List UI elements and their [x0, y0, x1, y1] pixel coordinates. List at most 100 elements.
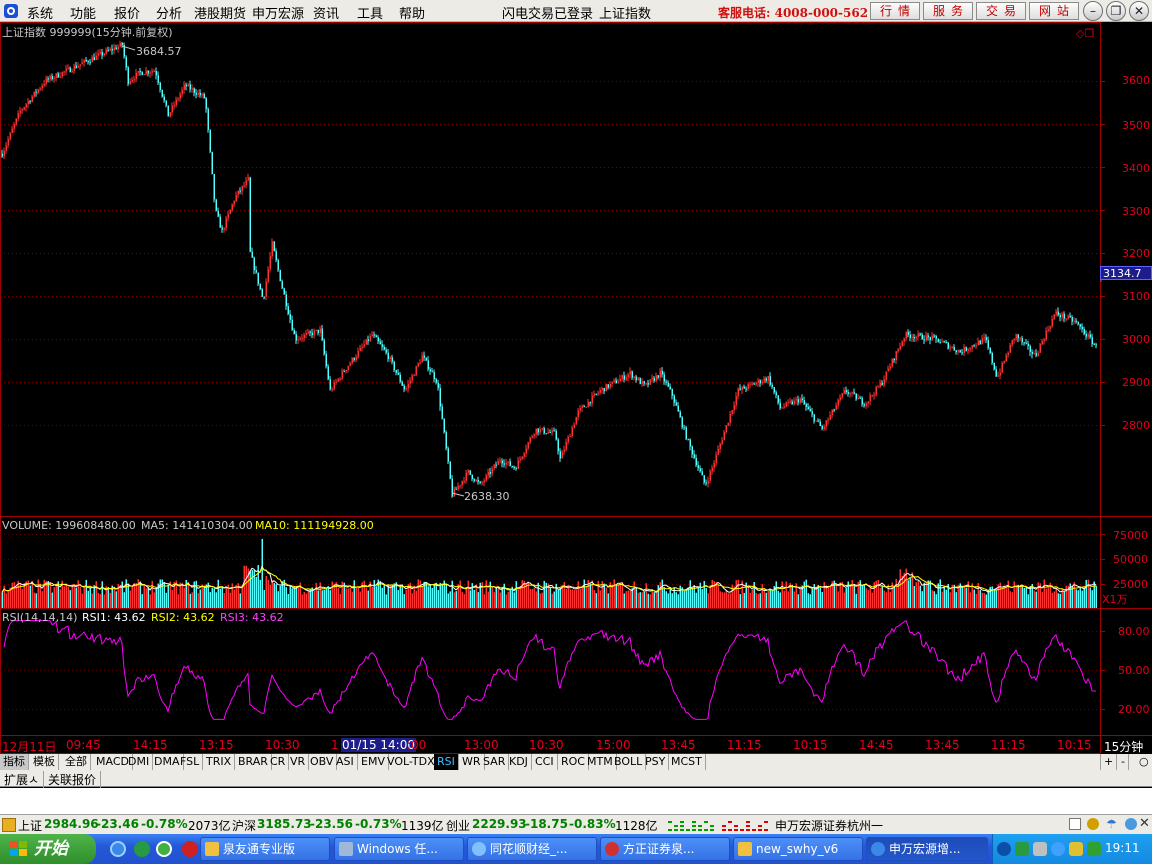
task-swhy-active[interactable]: 申万宏源增... — [866, 837, 988, 861]
menu-tools[interactable]: 工具 — [357, 3, 383, 22]
candle-body — [77, 65, 79, 68]
reset-button[interactable]: ○ — [1136, 754, 1152, 770]
tab-psy[interactable]: PSY — [642, 754, 670, 770]
volume-bar — [607, 593, 609, 608]
tab-dmi[interactable]: DMI — [125, 754, 154, 770]
website-button[interactable]: 网站 — [1029, 2, 1079, 20]
ie-icon[interactable] — [110, 841, 126, 857]
zoom-in-button[interactable]: + — [1100, 754, 1118, 770]
candle-body — [833, 409, 835, 411]
volume-bar — [1089, 587, 1091, 608]
tab-template[interactable]: 模板 — [30, 754, 59, 770]
volume-bar — [737, 579, 739, 608]
volume-bar — [499, 592, 501, 608]
window-icon[interactable] — [1069, 818, 1081, 830]
lock-icon[interactable] — [1087, 818, 1099, 830]
task-tonghuashun[interactable]: 同花顺财经_... — [467, 837, 597, 861]
tray-volume-icon[interactable] — [1069, 842, 1083, 856]
menu-info[interactable]: 资讯 — [313, 3, 339, 22]
candle-body — [149, 72, 151, 74]
tab-sar[interactable]: SAR — [480, 754, 510, 770]
tab-kdj[interactable]: KDJ — [506, 754, 532, 770]
volume-bar — [277, 591, 279, 608]
tab-cr[interactable]: CR — [267, 754, 290, 770]
menu-help[interactable]: 帮助 — [399, 3, 425, 22]
price-axis-label: 3000 — [1122, 333, 1150, 346]
volume-bar — [367, 590, 369, 608]
volume-bar — [305, 593, 307, 608]
tab-vol-tdx[interactable]: VOL-TDX — [384, 754, 439, 770]
task-new-swhy[interactable]: new_swhy_v6 — [733, 837, 863, 861]
zoom-out-button[interactable]: - — [1118, 754, 1129, 770]
candle-body — [713, 463, 715, 468]
tray-network-icon[interactable] — [1051, 842, 1065, 856]
breadth-up-cell — [746, 829, 750, 831]
market-button[interactable]: 行情 — [870, 2, 920, 20]
tab-extend[interactable]: 扩展ㅅ — [0, 771, 45, 788]
tab-asi[interactable]: ASI — [333, 754, 358, 770]
network-icon[interactable] — [1125, 818, 1137, 830]
volume-bar — [531, 589, 533, 608]
candle-body — [591, 395, 593, 404]
close-icon[interactable]: ✕ — [1129, 1, 1149, 21]
tray-app-icon[interactable] — [1015, 842, 1029, 856]
tab-mcst[interactable]: MCST — [668, 754, 706, 770]
volume-bar — [93, 585, 95, 608]
app-quicklaunch-icon[interactable] — [156, 841, 172, 857]
tab-vr[interactable]: VR — [287, 754, 310, 770]
trade-button[interactable]: 交易 — [976, 2, 1026, 20]
volume-bar — [279, 585, 281, 608]
tab-boll[interactable]: BOLL — [611, 754, 647, 770]
tray-shield-icon[interactable] — [1033, 842, 1047, 856]
candle-body — [89, 62, 91, 64]
candle-body — [307, 331, 309, 334]
indicator-tab-bar: 指标 模板 全部 MACD DMI DMA FSL TRIX BRAR CR V… — [0, 754, 1152, 770]
status-close-icon[interactable]: ✕ — [1139, 816, 1150, 831]
volume-bar — [953, 584, 955, 608]
menu-function[interactable]: 功能 — [70, 3, 96, 22]
menu-analysis[interactable]: 分析 — [156, 3, 182, 22]
tab-fsl[interactable]: FSL — [177, 754, 204, 770]
service-button[interactable]: 服务 — [923, 2, 973, 20]
candle-body — [575, 417, 577, 425]
candle-body — [687, 439, 689, 441]
volume-bar — [769, 588, 771, 608]
menu-swhy[interactable]: 申万宏源 — [252, 3, 304, 22]
restore-icon[interactable]: ❐ — [1106, 1, 1126, 21]
chart-area[interactable]: 上证指数 999999(15分钟.前复权) ◇❐ 3684.57 2638.30… — [0, 22, 1152, 754]
volume-bar — [645, 583, 647, 608]
tray-security-icon[interactable] — [1087, 842, 1101, 856]
candle-body — [103, 53, 105, 56]
browser-icon[interactable] — [134, 841, 150, 857]
task-quanyoutong[interactable]: 泉友通专业版 — [200, 837, 330, 861]
volume-bar — [509, 588, 511, 608]
period-button[interactable]: 15分钟 — [1104, 738, 1143, 755]
volume-bar — [655, 592, 657, 608]
menu-system[interactable]: 系统 — [27, 3, 53, 22]
menu-quote[interactable]: 报价 — [114, 3, 140, 22]
minimize-icon[interactable]: – — [1083, 1, 1103, 21]
tab-trix[interactable]: TRIX — [203, 754, 236, 770]
tab-related-quotes[interactable]: 关联报价 — [44, 771, 102, 788]
signal-icon[interactable]: ☂ — [1106, 817, 1117, 831]
tab-cci[interactable]: CCI — [532, 754, 558, 770]
candle-body — [975, 345, 977, 347]
start-button[interactable]: 开始 — [0, 834, 96, 864]
tab-rsi[interactable]: RSI — [434, 754, 459, 770]
candle-body — [47, 78, 49, 80]
windows-taskbar: 开始 泉友通专业版 Windows 任... 同花顺财经_... 方正证券泉..… — [0, 834, 1152, 864]
candle-body — [229, 209, 231, 214]
candle-body — [1037, 352, 1039, 356]
volume-bar — [445, 583, 447, 608]
menu-hk-futures[interactable]: 港股期货 — [194, 3, 246, 22]
tab-indicator[interactable]: 指标 — [0, 754, 29, 770]
tray-expand-icon[interactable] — [997, 842, 1011, 856]
candle-body — [839, 397, 841, 401]
tab-all[interactable]: 全部 — [62, 754, 91, 770]
candle-body — [831, 409, 833, 416]
finance-quicklaunch-icon[interactable] — [182, 841, 198, 857]
pane-restore-icon[interactable]: ◇❐ — [1076, 27, 1094, 40]
chart-canvas[interactable] — [0, 22, 1152, 754]
task-fangzheng[interactable]: 方正证券泉... — [600, 837, 730, 861]
task-task-manager[interactable]: Windows 任... — [334, 837, 464, 861]
